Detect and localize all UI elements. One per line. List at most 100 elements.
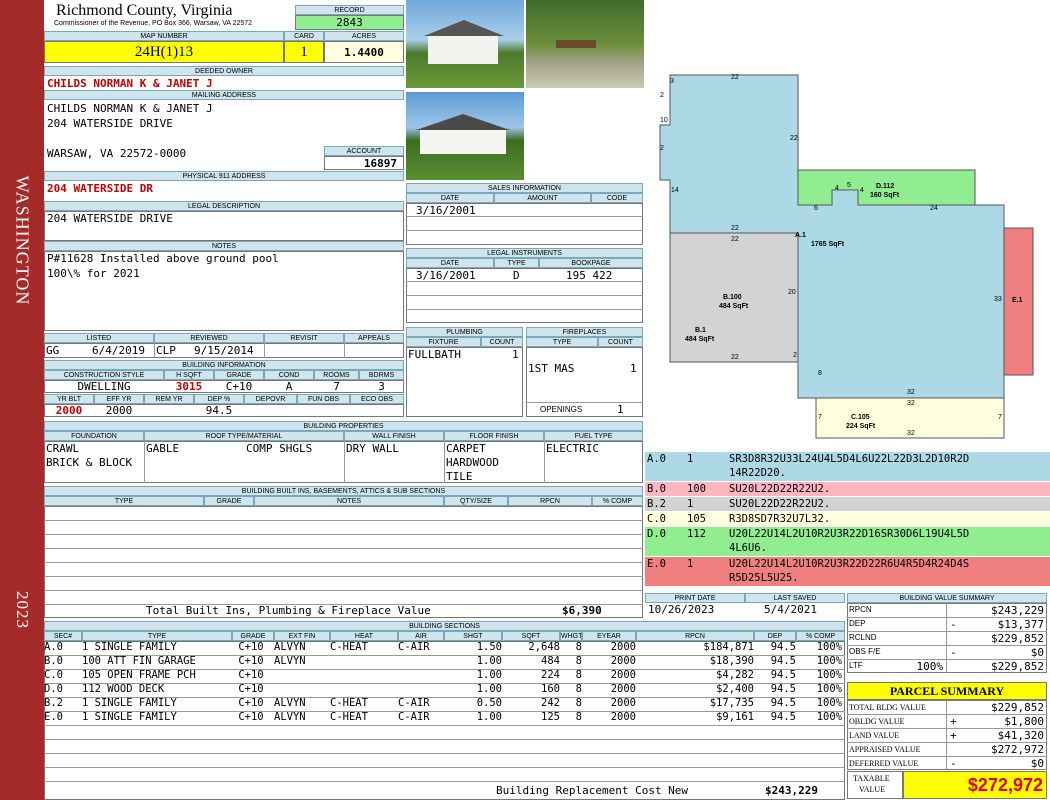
mailing-line-2: 204 WATERSIDE DRIVE [47, 117, 173, 130]
section-cell: C+10 [238, 697, 264, 709]
section-col-header: SQFT [502, 631, 560, 641]
district-label: WASHINGTON [12, 175, 33, 306]
dim-2-b: 2 [660, 145, 664, 152]
section-cell: $2,400 [716, 683, 754, 695]
legend-code: A.0 [647, 453, 666, 465]
section-cell: 2000 [610, 711, 636, 723]
card-label: CARD [284, 31, 324, 41]
dep-header: DEP % [194, 394, 244, 404]
section-row-divider [44, 711, 845, 712]
section-col-header: EXT FIN [274, 631, 330, 641]
instrument-date-header: DATE [406, 258, 494, 268]
replacement-cost-label: Building Replacement Cost New [496, 784, 689, 797]
vs-rclnd-label: RCLND [849, 633, 877, 642]
plumbing-count: 1 [512, 348, 519, 361]
section-cell: 1.00 [476, 683, 502, 695]
dim-10: 10 [660, 117, 668, 124]
section-cell: 1 SINGLE FAMILY [82, 697, 177, 709]
dim-2-c: 2 [793, 352, 797, 359]
vs-rpcn-label: RPCN [849, 605, 872, 614]
section-cell: 2000 [610, 683, 636, 695]
legend-number: 100 [687, 483, 706, 495]
section-cell: 1.50 [476, 641, 502, 653]
legend-number: 105 [687, 513, 706, 525]
instrument-type-header: TYPE [494, 258, 539, 268]
section-cell: C-AIR [398, 641, 430, 653]
legend-number: 1 [687, 453, 694, 465]
section-cell: 2000 [610, 655, 636, 667]
section-cell: 8 [575, 683, 582, 695]
legend-path: U20L22U14L2U10R2U3R22D22R6U4R5D4R24D4S [729, 558, 970, 570]
section-row: B.2 1 SINGLE FAMILY C+10 ALVYN C-HEAT C-AIR 0.… [44, 697, 845, 711]
fireplace-count-header: COUNT [598, 337, 643, 347]
legend-path: SU20L22D22R22U2. [729, 483, 831, 495]
last-saved-date: 5/4/2021 [764, 603, 817, 616]
section-cell: B.2 [44, 697, 63, 709]
section-cell: C+10 [238, 641, 264, 653]
legend-code: D.0 [647, 528, 666, 540]
section-cell: 484 [541, 655, 560, 667]
section-cell: 8 [575, 711, 582, 723]
dim-33: 33 [994, 296, 1002, 303]
legend-path-continued: 14R22D20. [729, 467, 786, 479]
builtins-rpcn-header: RPCN [508, 496, 592, 506]
builtins-comp-header: % COMP [592, 496, 643, 506]
section-cell: C.0 [44, 669, 63, 681]
dep-percent: 94.5 [205, 404, 233, 417]
section-col-header: DEP [754, 631, 796, 641]
house-photo-side [406, 92, 524, 180]
ecoobs-header: ECO OBS [350, 394, 404, 404]
plumbing-fixture: FULLBATH [408, 348, 461, 361]
vs-dep: $13,377 [997, 618, 1044, 631]
dim-4-a: 4 [835, 185, 839, 192]
deeded-owner-label: DEEDED OWNER [44, 66, 404, 76]
legend-row: D.0 112 U20L22U14L2U10R2U3R22D16SR30D6L19U… [645, 527, 1050, 557]
section-cell: 8 [575, 697, 582, 709]
acres-label: ACRES [324, 31, 404, 41]
dim-20: 20 [788, 289, 796, 296]
section-cell: $4,282 [716, 669, 754, 681]
value-summary-label: BUILDING VALUE SUMMARY [847, 593, 1047, 603]
appeals-label: APPEALS [344, 333, 404, 343]
dim-32-a: 32 [907, 389, 915, 396]
ps-deferred-sign: - [950, 757, 957, 770]
section-cell: ALVYN [274, 641, 306, 653]
listed-label: LISTED [44, 333, 154, 343]
vs-dep-label: DEP [849, 619, 866, 628]
legal-box [44, 211, 404, 241]
deeded-owner-name: CHILDS NORMAN K & JANET J [47, 77, 213, 90]
section-row-divider [44, 781, 845, 782]
remyr-header: REM YR [144, 394, 194, 404]
legend-row: E.0 1 U20L22U14L2U10R2U3R22D22R6U4R5D4R24D… [645, 557, 1050, 587]
notes-line-1: P#11628 Installed above ground pool [47, 252, 279, 265]
vs-ltf: $229,852 [991, 660, 1044, 673]
record-number: 2843 [295, 15, 404, 30]
section-cell: ALVYN [274, 655, 306, 667]
dim-22-b: 22 [731, 236, 739, 243]
builtins-qty-header: QTY/SIZE [444, 496, 508, 506]
legend-code: E.0 [647, 558, 666, 570]
mailing-address-label: MAILING ADDRESS [44, 90, 404, 100]
section-cell: C-HEAT [330, 697, 368, 709]
construction-style: DWELLING [77, 380, 131, 393]
year-built: 2000 [55, 404, 83, 417]
section-row: C.0 105 OPEN FRAME PCH C+10 1.00 224 8 2000 $4,… [44, 669, 845, 683]
reviewed-label: REVIEWED [154, 333, 264, 343]
floor-finish-3: TILE [446, 470, 473, 483]
vs-obs-label: OBS F/E [849, 647, 881, 656]
hsqft-header: H SQFT [164, 370, 214, 380]
section-cell: D.0 [44, 683, 63, 695]
section-row-divider [44, 669, 845, 670]
dim-7-a: 7 [818, 414, 822, 421]
section-cell: 1.00 [476, 711, 502, 723]
map-number: 24H(1)13 [44, 41, 284, 63]
dim-8: 8 [818, 370, 822, 377]
section-col-header: WHGT [560, 631, 582, 641]
legend-path-continued: 4L6U6. [729, 542, 767, 554]
legal-instruments-label: LEGAL INSTRUMENTS [406, 248, 643, 258]
sections-header-row: SEC# TYPE GRADE EXT FIN HEAT AIR SHGT SQFT WHGT E… [44, 631, 845, 641]
legend-row: B.0 100 SU20L22D22R22U2. [645, 482, 1050, 497]
section-cell: C-AIR [398, 697, 430, 709]
section-row: D.0 112 WOOD DECK C+10 1.00 160 8 2000 $2,400 94… [44, 683, 845, 697]
vs-dep-sign: - [950, 618, 957, 631]
